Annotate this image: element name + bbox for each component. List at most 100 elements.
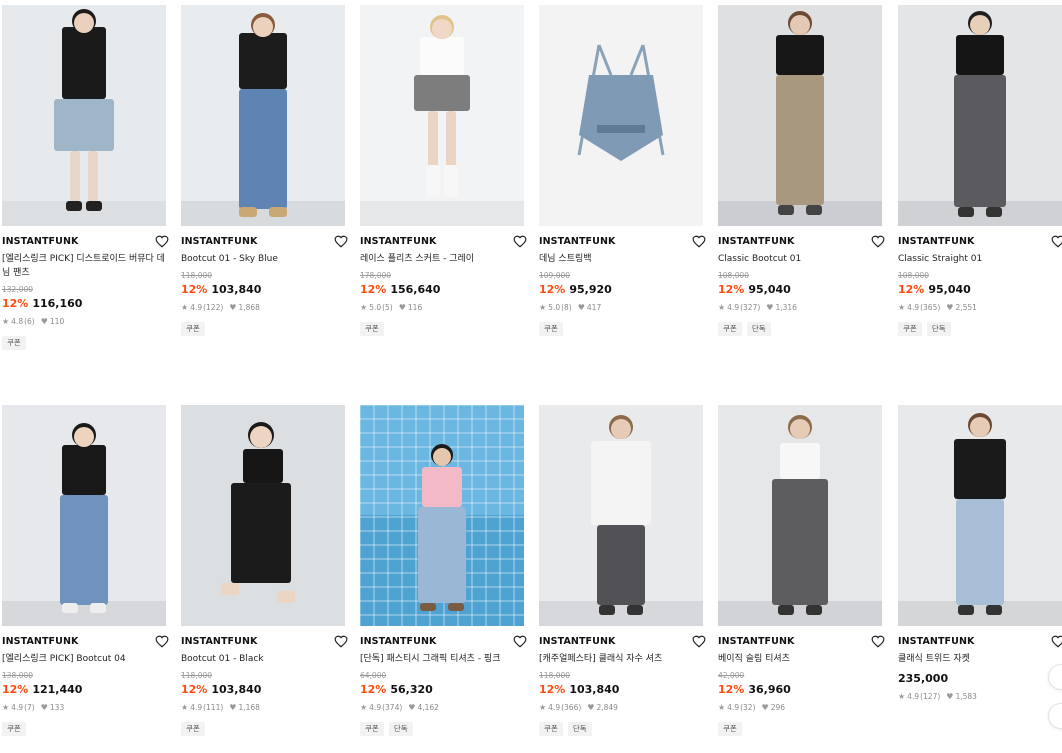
product-info: INSTANTFUNK Bootcut 01 - Black 118,000 1… bbox=[181, 634, 348, 736]
rating-value: 4.9 bbox=[11, 703, 24, 712]
wishlist-heart-icon[interactable] bbox=[155, 635, 169, 648]
product-info: INSTANTFUNK 베이직 슬림 티셔츠 42,000 12% 36,960 … bbox=[718, 634, 885, 736]
product-info: INSTANTFUNK Classic Bootcut 01 108,000 1… bbox=[718, 234, 885, 336]
scroll-top-button[interactable] bbox=[1048, 703, 1062, 729]
brand-name[interactable]: INSTANTFUNK bbox=[539, 234, 705, 250]
review-count: (122) bbox=[203, 303, 224, 312]
wishlist-heart-icon[interactable] bbox=[513, 235, 527, 248]
product-image[interactable] bbox=[360, 5, 524, 226]
review-count: (111) bbox=[203, 703, 224, 712]
sale-price: 103,840 bbox=[211, 283, 262, 296]
like-heart-icon: ♥ bbox=[398, 303, 406, 312]
badge-row: 쿠폰 bbox=[718, 722, 884, 736]
wishlist-heart-icon[interactable] bbox=[871, 235, 885, 248]
wishlist-heart-icon[interactable] bbox=[155, 235, 169, 248]
wishlist-heart-icon[interactable] bbox=[871, 635, 885, 648]
like-count: 1,168 bbox=[238, 703, 260, 712]
brand-name[interactable]: INSTANTFUNK bbox=[181, 634, 347, 650]
original-price: 109,000 bbox=[539, 271, 571, 280]
badge-row: 쿠폰 단독 bbox=[898, 322, 1062, 336]
product-name[interactable]: Bootcut 01 - Black bbox=[181, 652, 347, 666]
product-image[interactable] bbox=[539, 5, 703, 226]
sale-price-row: 12% 156,640 bbox=[360, 283, 526, 297]
badge-row: 쿠폰 bbox=[539, 322, 705, 336]
review-count: (6) bbox=[24, 317, 35, 326]
brand-name[interactable]: INSTANTFUNK bbox=[718, 634, 884, 650]
wishlist-heart-icon[interactable] bbox=[692, 635, 706, 648]
product-name[interactable]: [엘리스링크 PICK] Bootcut 04 bbox=[2, 652, 168, 666]
like-count: 133 bbox=[49, 703, 65, 712]
star-icon: ★ bbox=[539, 303, 547, 312]
product-name[interactable]: 데님 스트링백 bbox=[539, 252, 705, 266]
sale-price: 121,440 bbox=[32, 683, 83, 696]
wishlist-heart-icon[interactable] bbox=[513, 635, 527, 648]
product-name[interactable]: Bootcut 01 - Sky Blue bbox=[181, 252, 347, 266]
product-name[interactable]: 베이직 슬림 티셔츠 bbox=[718, 652, 884, 666]
coupon-badge: 쿠폰 bbox=[539, 322, 563, 336]
sale-price: 116,160 bbox=[32, 297, 83, 310]
rating-value: 4.9 bbox=[190, 703, 203, 712]
badge-row: 쿠폰 단독 bbox=[539, 722, 705, 736]
like-count: 1,868 bbox=[238, 303, 260, 312]
product-stats: ★ 4.9 (7) ♥ 133 bbox=[2, 702, 168, 714]
wishlist-heart-icon[interactable] bbox=[334, 235, 348, 248]
rating-value: 4.8 bbox=[11, 317, 24, 326]
like-heart-icon: ♥ bbox=[229, 703, 237, 712]
product-image[interactable] bbox=[718, 405, 882, 626]
product-name[interactable]: 레이스 플리츠 스커트 - 그레이 bbox=[360, 252, 526, 266]
product-image[interactable] bbox=[181, 405, 345, 626]
sale-price: 95,040 bbox=[748, 283, 791, 296]
product-image[interactable] bbox=[2, 5, 166, 226]
star-icon: ★ bbox=[898, 303, 906, 312]
sale-price: 36,960 bbox=[748, 683, 791, 696]
exclusive-badge: 단독 bbox=[388, 722, 413, 736]
discount-rate: 12% bbox=[718, 283, 745, 296]
like-heart-icon: ♥ bbox=[229, 303, 237, 312]
exclusive-badge: 단독 bbox=[746, 322, 771, 336]
product-name[interactable]: [엘리스링크 PICK] 디스트로이드 버뮤다 데님 팬츠 bbox=[2, 252, 168, 280]
brand-name[interactable]: INSTANTFUNK bbox=[898, 234, 1062, 250]
discount-rate: 12% bbox=[181, 683, 208, 696]
badge-row: 쿠폰 bbox=[360, 322, 526, 336]
product-image[interactable] bbox=[360, 405, 524, 626]
product-image[interactable] bbox=[181, 5, 345, 226]
product-image[interactable] bbox=[898, 405, 1062, 626]
wishlist-heart-icon[interactable] bbox=[334, 635, 348, 648]
product-info: INSTANTFUNK [단독] 패스티시 그래픽 티셔츠 - 핑크 64,00… bbox=[360, 634, 527, 736]
review-count: (366) bbox=[561, 703, 582, 712]
brand-name[interactable]: INSTANTFUNK bbox=[718, 234, 884, 250]
rating-value: 4.9 bbox=[907, 303, 920, 312]
original-price: 108,000 bbox=[898, 271, 930, 280]
product-name[interactable]: 클래식 트위드 자켓 bbox=[898, 652, 1062, 666]
like-count: 116 bbox=[407, 303, 423, 312]
product-name[interactable]: Classic Straight 01 bbox=[898, 252, 1062, 266]
product-image[interactable] bbox=[718, 5, 882, 226]
product-info: INSTANTFUNK [엘리스링크 PICK] Bootcut 04 138,… bbox=[2, 634, 169, 736]
brand-name[interactable]: INSTANTFUNK bbox=[898, 634, 1062, 650]
star-icon: ★ bbox=[360, 703, 368, 712]
wishlist-heart-icon[interactable] bbox=[1051, 235, 1062, 248]
original-price: 108,000 bbox=[718, 271, 750, 280]
rating-value: 4.9 bbox=[907, 692, 920, 701]
product-name[interactable]: [캐주얼페스타] 클래식 자수 셔츠 bbox=[539, 652, 705, 666]
sale-price-row: 12% 95,040 bbox=[718, 283, 884, 297]
wishlist-heart-icon[interactable] bbox=[1051, 635, 1062, 648]
star-icon: ★ bbox=[539, 703, 547, 712]
wishlist-heart-icon[interactable] bbox=[692, 235, 706, 248]
brand-name[interactable]: INSTANTFUNK bbox=[2, 634, 168, 650]
brand-name[interactable]: INSTANTFUNK bbox=[181, 234, 347, 250]
coupon-badge: 쿠폰 bbox=[360, 722, 384, 736]
star-icon: ★ bbox=[2, 703, 10, 712]
brand-name[interactable]: INSTANTFUNK bbox=[360, 234, 526, 250]
star-icon: ★ bbox=[718, 703, 726, 712]
product-image[interactable] bbox=[2, 405, 166, 626]
brand-name[interactable]: INSTANTFUNK bbox=[539, 634, 705, 650]
like-count: 1,316 bbox=[775, 303, 797, 312]
brand-name[interactable]: INSTANTFUNK bbox=[360, 634, 526, 650]
product-image[interactable] bbox=[898, 5, 1062, 226]
product-name[interactable]: [단독] 패스티시 그래픽 티셔츠 - 핑크 bbox=[360, 652, 526, 666]
brand-name[interactable]: INSTANTFUNK bbox=[2, 234, 168, 250]
original-price: 118,000 bbox=[181, 671, 213, 680]
product-image[interactable] bbox=[539, 405, 703, 626]
product-name[interactable]: Classic Bootcut 01 bbox=[718, 252, 884, 266]
